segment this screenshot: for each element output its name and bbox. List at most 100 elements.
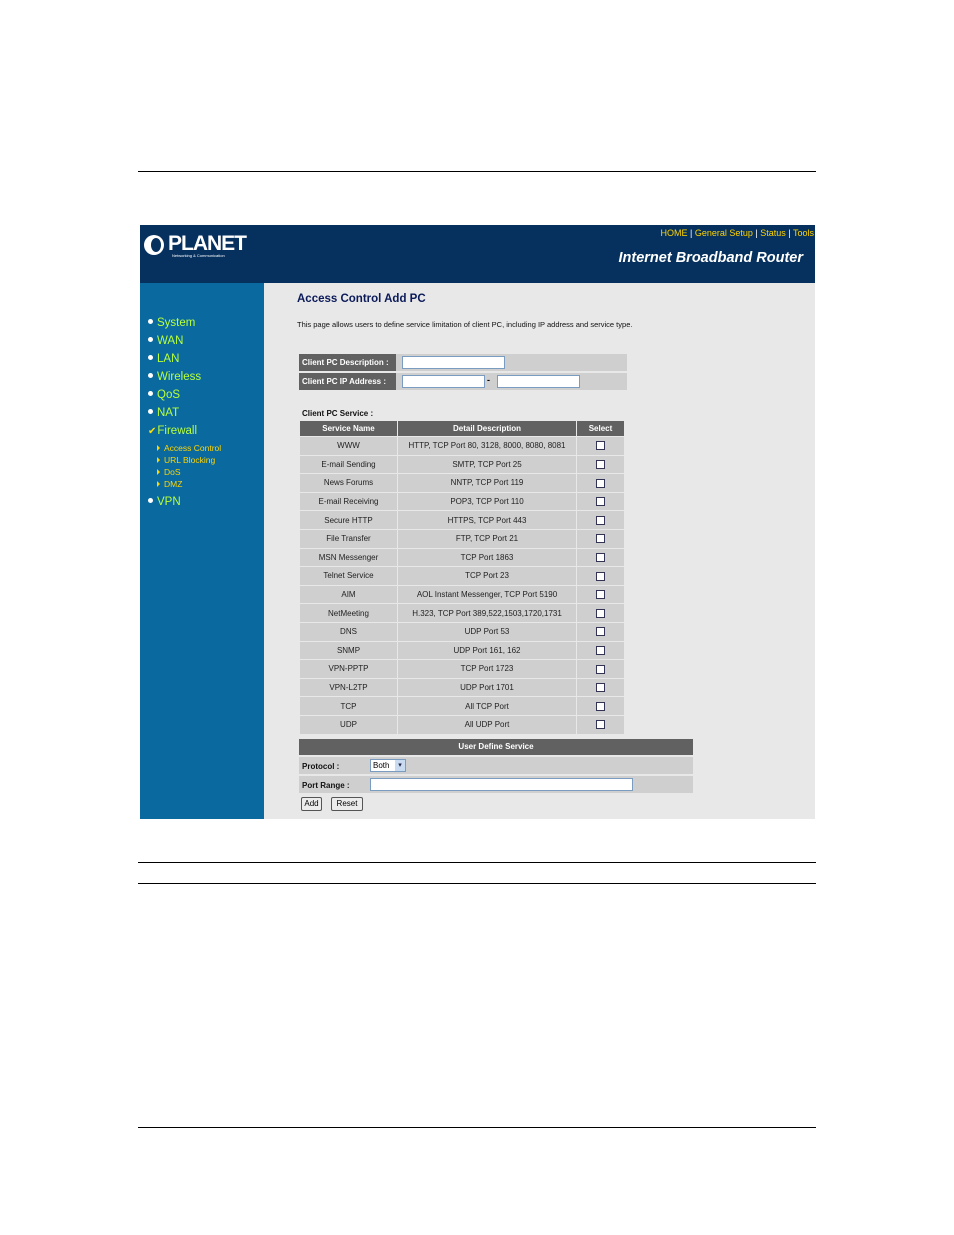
- service-name-cell: WWW: [300, 437, 397, 455]
- service-checkbox[interactable]: [596, 441, 605, 451]
- checkmark-icon: ✔: [148, 426, 157, 437]
- service-detail-cell: POP3, TCP Port 110: [398, 492, 576, 511]
- service-detail-cell: FTP, TCP Port 21: [398, 529, 576, 548]
- service-checkbox[interactable]: [596, 683, 605, 693]
- sidebar-item-system[interactable]: System: [148, 317, 195, 329]
- sidebar-subitem-dmz[interactable]: DMZ: [157, 479, 182, 489]
- table-row: TCP All TCP Port: [300, 697, 624, 715]
- sidebar-item-firewall[interactable]: ✔Firewall: [148, 425, 197, 437]
- service-checkbox[interactable]: [596, 664, 605, 674]
- service-checkbox[interactable]: [596, 460, 605, 470]
- table-row: Secure HTTP HTTPS, TCP Port 443: [300, 511, 624, 529]
- sidebar-item-vpn[interactable]: VPN: [148, 496, 181, 508]
- service-name-cell: VPN-L2TP: [300, 678, 397, 697]
- add-button[interactable]: Add: [301, 797, 322, 811]
- select-cell: [577, 567, 624, 585]
- sidebar-subitem-url-blocking[interactable]: URL Blocking: [157, 455, 215, 465]
- select-cell: [577, 585, 624, 604]
- select-cell: [577, 622, 624, 641]
- service-name-cell: DNS: [300, 622, 397, 641]
- tools-link[interactable]: Tools: [793, 228, 814, 238]
- ip-end-input[interactable]: [497, 375, 580, 388]
- service-detail-cell: TCP Port 1723: [398, 660, 576, 678]
- service-checkbox[interactable]: [596, 608, 605, 618]
- port-range-input[interactable]: [370, 778, 633, 791]
- table-row: Telnet Service TCP Port 23: [300, 567, 624, 585]
- page-rule-middle-2: [138, 883, 816, 884]
- service-name-cell: Telnet Service: [300, 567, 397, 585]
- link-separator: |: [689, 228, 693, 238]
- table-row: UDP All UDP Port: [300, 715, 624, 734]
- home-link[interactable]: HOME: [660, 228, 687, 238]
- sidebar-subitem-label: Access Control: [164, 443, 222, 453]
- sidebar: System WAN LAN Wireless QoS NAT ✔Firewal…: [140, 283, 264, 819]
- service-checkbox[interactable]: [596, 646, 605, 656]
- sidebar-item-label: LAN: [157, 353, 180, 365]
- ip-start-input[interactable]: [402, 375, 485, 388]
- service-caption: Client PC Service :: [302, 409, 374, 418]
- sidebar-item-wireless[interactable]: Wireless: [148, 371, 201, 383]
- status-link[interactable]: Status: [760, 228, 786, 238]
- service-checkbox[interactable]: [596, 478, 605, 488]
- sidebar-item-label: WAN: [157, 335, 184, 347]
- service-checkbox[interactable]: [596, 534, 605, 544]
- sidebar-subitem-dos[interactable]: DoS: [157, 467, 181, 477]
- service-name-cell: TCP: [300, 697, 397, 715]
- service-detail-cell: HTTP, TCP Port 80, 3128, 8000, 8080, 808…: [398, 437, 576, 455]
- table-row: WWW HTTP, TCP Port 80, 3128, 8000, 8080, …: [300, 437, 624, 455]
- sidebar-subitem-label: DMZ: [164, 479, 183, 489]
- page-title: Access Control Add PC: [297, 293, 426, 305]
- sidebar-subitem-access-control[interactable]: Access Control: [157, 443, 221, 453]
- sidebar-item-wan[interactable]: WAN: [148, 335, 183, 347]
- service-checkbox[interactable]: [596, 553, 605, 563]
- service-name-cell: E-mail Sending: [300, 455, 397, 474]
- user-define-service-header: User Define Service: [299, 739, 693, 755]
- service-checkbox[interactable]: [596, 701, 605, 711]
- service-checkbox[interactable]: [596, 590, 605, 600]
- client-ip-label: Client PC IP Address :: [299, 373, 396, 390]
- main-content: Access Control Add PC This page allows u…: [264, 283, 815, 819]
- service-detail-cell: AOL Instant Messenger, TCP Port 5190: [398, 585, 576, 604]
- table-row: VPN-PPTP TCP Port 1723: [300, 660, 624, 678]
- protocol-row: [299, 757, 693, 774]
- table-row: DNS UDP Port 53: [300, 622, 624, 641]
- protocol-select[interactable]: Both ▾: [370, 759, 406, 772]
- ip-range-dash: -: [487, 375, 490, 385]
- service-detail-cell: TCP Port 23: [398, 567, 576, 585]
- link-separator: |: [788, 228, 791, 238]
- router-web-ui-screenshot: PLANET Networking & Communication HOME |…: [140, 225, 815, 819]
- sidebar-item-qos[interactable]: QoS: [148, 389, 180, 401]
- service-detail-cell: UDP Port 161, 162: [398, 641, 576, 660]
- sidebar-item-lan[interactable]: LAN: [148, 353, 179, 365]
- service-detail-cell: All UDP Port: [398, 715, 576, 734]
- service-name-cell: UDP: [300, 715, 397, 734]
- link-separator: |: [755, 228, 758, 238]
- table-row: NetMeeting H.323, TCP Port 389,522,1503,1…: [300, 604, 624, 622]
- service-checkbox[interactable]: [596, 571, 605, 581]
- sidebar-item-label: Wireless: [157, 371, 202, 383]
- reset-button[interactable]: Reset: [331, 797, 363, 811]
- service-name-cell: News Forums: [300, 474, 397, 492]
- service-name-cell: NetMeeting: [300, 604, 397, 622]
- general-setup-link[interactable]: General Setup: [695, 228, 753, 238]
- client-description-input[interactable]: [402, 356, 505, 369]
- bullet-icon: [148, 409, 153, 414]
- service-checkbox[interactable]: [596, 720, 605, 730]
- sidebar-subitem-label: DoS: [164, 467, 181, 477]
- select-cell: [577, 641, 624, 660]
- table-row: VPN-L2TP UDP Port 1701: [300, 678, 624, 697]
- service-name-cell: AIM: [300, 585, 397, 604]
- triangle-right-icon: [157, 469, 160, 475]
- service-checkbox[interactable]: [596, 627, 605, 637]
- header-bar: PLANET Networking & Communication HOME |…: [140, 225, 815, 283]
- service-name-cell: VPN-PPTP: [300, 660, 397, 678]
- service-checkbox[interactable]: [596, 515, 605, 525]
- table-row: E-mail Sending SMTP, TCP Port 25: [300, 455, 624, 474]
- service-checkbox[interactable]: [596, 497, 605, 507]
- table-row: MSN Messenger TCP Port 1863: [300, 548, 624, 567]
- sidebar-item-nat[interactable]: NAT: [148, 407, 179, 419]
- service-name-cell: File Transfer: [300, 529, 397, 548]
- service-detail-cell: NNTP, TCP Port 119: [398, 474, 576, 492]
- column-header-select: Select: [577, 421, 624, 436]
- bullet-icon: [148, 355, 153, 360]
